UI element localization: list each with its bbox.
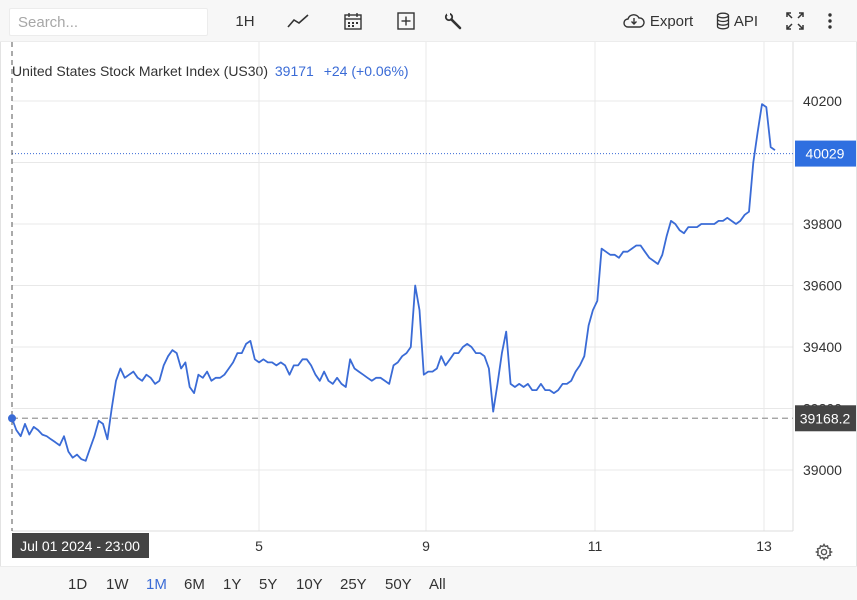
search-input[interactable] bbox=[9, 8, 208, 36]
settings-tools-button[interactable] bbox=[440, 8, 466, 34]
wrench-icon bbox=[444, 12, 462, 30]
range-button-1y[interactable]: 1Y bbox=[223, 576, 241, 593]
y-tick-label: 39600 bbox=[803, 278, 842, 294]
api-label: API bbox=[733, 12, 759, 30]
price-series-line bbox=[11, 103, 776, 462]
chart-type-button[interactable] bbox=[285, 8, 311, 34]
crosshair-point bbox=[8, 414, 16, 423]
crosshair-date-label: Jul 01 2024 - 23:00 bbox=[20, 538, 140, 554]
interval-label: 1H bbox=[235, 12, 255, 30]
export-label: Export bbox=[649, 12, 694, 30]
database-icon bbox=[716, 12, 730, 30]
kebab-menu-icon bbox=[828, 13, 832, 29]
range-button-5y[interactable]: 5Y bbox=[259, 576, 277, 593]
last-price-label: 40029 bbox=[806, 146, 845, 162]
toolbar: 1H bbox=[0, 0, 857, 42]
range-button-1w[interactable]: 1W bbox=[106, 576, 129, 593]
gear-icon[interactable] bbox=[815, 543, 833, 561]
range-button-50y[interactable]: 50Y bbox=[385, 576, 412, 593]
range-button-10y[interactable]: 10Y bbox=[296, 576, 323, 593]
fullscreen-icon bbox=[786, 12, 804, 30]
range-button-1m[interactable]: 1M bbox=[146, 576, 167, 593]
export-button[interactable]: Export bbox=[622, 8, 694, 34]
date-range-button[interactable] bbox=[340, 8, 366, 34]
y-tick-label: 39800 bbox=[803, 216, 842, 232]
price-chart[interactable]: 3900039200394003960039800402005911134002… bbox=[0, 42, 857, 566]
y-tick-label: 39400 bbox=[803, 339, 842, 355]
interval-button[interactable]: 1H bbox=[232, 8, 258, 34]
x-tick-label: 9 bbox=[422, 538, 430, 554]
x-tick-label: 11 bbox=[588, 538, 603, 554]
api-button[interactable]: API bbox=[713, 8, 761, 34]
range-selector: 1D 1W 1M 6M 1Y 5Y 10Y 25Y 50Y All bbox=[0, 566, 857, 600]
y-tick-label: 39000 bbox=[803, 462, 842, 478]
add-indicator-button[interactable] bbox=[393, 8, 419, 34]
y-tick-label: 40200 bbox=[803, 93, 842, 109]
x-tick-label: 13 bbox=[756, 538, 772, 554]
range-button-all[interactable]: All bbox=[429, 576, 446, 593]
range-button-25y[interactable]: 25Y bbox=[340, 576, 367, 593]
range-button-6m[interactable]: 6M bbox=[184, 576, 205, 593]
range-button-1d[interactable]: 1D bbox=[68, 576, 87, 593]
more-menu-button[interactable] bbox=[820, 8, 840, 34]
calendar-icon bbox=[344, 13, 362, 30]
fullscreen-button[interactable] bbox=[783, 8, 807, 34]
cloud-download-icon bbox=[623, 14, 645, 28]
crosshair-value-label: 39168.2 bbox=[800, 410, 851, 426]
x-tick-label: 5 bbox=[255, 538, 263, 554]
line-chart-icon bbox=[287, 14, 309, 28]
plus-square-icon bbox=[397, 12, 415, 30]
